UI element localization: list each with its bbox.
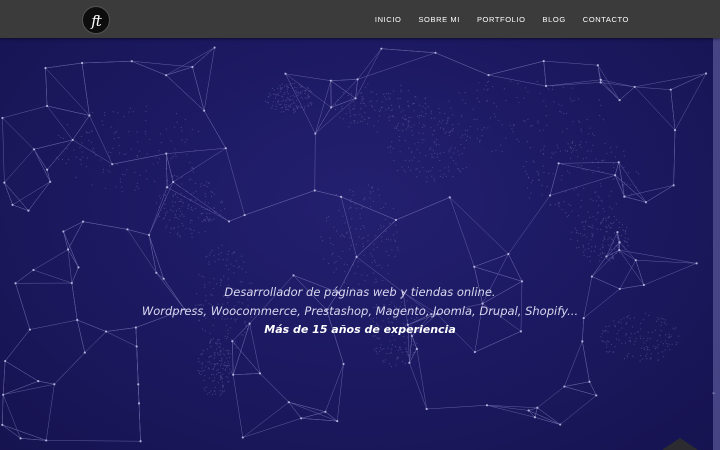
nav-sobre-mi[interactable]: SOBRE MI [418,15,459,24]
site-logo[interactable]: ft [82,6,110,34]
nav-blog[interactable]: BLOG [543,15,566,24]
nav-contacto[interactable]: CONTACTO [583,15,629,24]
network-nodes [1,46,715,443]
hero-tagline: Desarrollador de páginas web y tiendas o… [224,285,496,299]
network-lines [2,47,707,442]
top-navbar: ft INICIO SOBRE MI PORTFOLIO BLOG CONTAC… [0,0,720,38]
scroll-down-tab[interactable] [662,438,698,450]
world-network-map [1,46,715,443]
main-nav: INICIO SOBRE MI PORTFOLIO BLOG CONTACTO [375,0,629,38]
hero-section: Desarrollador de páginas web y tiendas o… [0,38,720,450]
nav-portfolio[interactable]: PORTFOLIO [477,15,526,24]
hero-experience: Más de 15 años de experiencia [264,323,456,336]
scrollbar[interactable] [713,38,720,450]
nav-inicio[interactable]: INICIO [375,15,402,24]
hero-technologies: Wordpress, Woocommerce, Prestashop, Mage… [141,304,579,318]
